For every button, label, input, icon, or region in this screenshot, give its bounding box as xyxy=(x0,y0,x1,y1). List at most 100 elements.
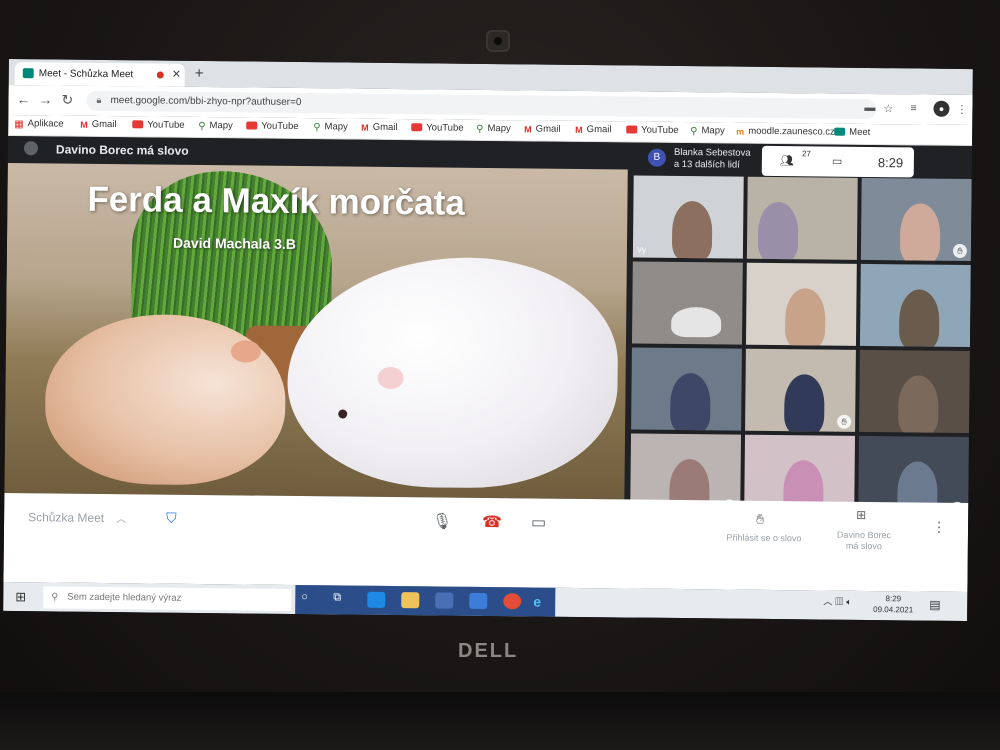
raise-hand-icon: ✋︎ xyxy=(952,243,968,259)
menu-icon[interactable]: ⋮ xyxy=(956,103,967,116)
present-button[interactable]: Davino Borec má slovo xyxy=(824,530,904,553)
forward-icon[interactable]: → xyxy=(38,91,52,107)
participant-count: 27 xyxy=(801,149,811,159)
bookmark-item[interactable]: M Gmail xyxy=(575,124,611,135)
bookmark-item[interactable]: ⚲ Mapy xyxy=(690,125,725,137)
people-icon[interactable]: 👥︎ xyxy=(780,154,794,167)
windows-start-icon[interactable]: ⊞ xyxy=(15,589,26,605)
participant-tile[interactable] xyxy=(859,349,970,434)
participant-tile[interactable]: ✋︎ xyxy=(860,177,972,262)
laptop-hinge xyxy=(0,692,1000,750)
youtube-icon xyxy=(246,121,258,130)
presenter-title: Davino Borec má slovo xyxy=(55,142,189,158)
laptop-logo: DELL xyxy=(458,640,519,662)
bookmark-item[interactable]: YouTube xyxy=(411,122,464,134)
bookmark-item[interactable]: M Gmail xyxy=(80,119,116,130)
chat-icon[interactable]: ▭ xyxy=(832,155,843,168)
bookmark-item[interactable]: m moodle.zaunesco.cz xyxy=(736,126,835,138)
participant-tile[interactable] xyxy=(631,261,743,345)
bookmark-item[interactable]: Meet xyxy=(834,127,870,138)
back-icon[interactable]: ← xyxy=(16,91,30,107)
bookmark-item[interactable]: ⚲ Mapy xyxy=(313,121,348,133)
url-text: meet.google.com/bbi-zhyo-npr?authuser=0 xyxy=(110,95,302,109)
notifications-icon[interactable]: ▤ xyxy=(929,598,940,612)
present-icon[interactable]: ⊞ xyxy=(856,508,866,522)
participant-tile[interactable] xyxy=(745,262,857,346)
participant-video xyxy=(671,200,712,259)
star-icon[interactable]: ☆ xyxy=(883,102,893,115)
participant-video xyxy=(784,287,826,346)
participant-video xyxy=(899,202,940,262)
store-icon[interactable] xyxy=(435,592,454,609)
shield-icon[interactable]: ⛉ xyxy=(166,510,177,527)
taskbar-clock[interactable]: 8:29 09.04.2021 xyxy=(873,593,913,615)
bookmark-item[interactable]: M Gmail xyxy=(524,123,560,134)
edge-icon[interactable] xyxy=(367,591,386,608)
new-tab-button[interactable]: + xyxy=(195,65,204,82)
avatar[interactable]: ● xyxy=(933,100,950,117)
recording-icon xyxy=(156,71,164,79)
bookmark-item[interactable]: ⚲ Mapy xyxy=(198,120,233,132)
chevron-up-icon[interactable]: ︿ xyxy=(116,510,126,525)
presented-slide: Ferda a Maxík morčata David Machala 3.B xyxy=(4,162,628,500)
participant-tile[interactable] xyxy=(746,176,858,260)
present-label-line1: Davino Borec xyxy=(836,529,892,541)
more-options-icon[interactable]: ⋮ xyxy=(932,519,946,536)
system-tray-icons[interactable]: ︿ ▥ 🔈︎ xyxy=(823,595,852,608)
maps-icon: ⚲ xyxy=(476,123,484,135)
guinea-pig-ear xyxy=(230,340,261,363)
meeting-name[interactable]: Schůzka Meet xyxy=(28,510,104,525)
hang-up-icon[interactable]: ☎︎ xyxy=(482,512,502,532)
cortana-icon[interactable]: ○ xyxy=(301,591,319,607)
media-icon[interactable]: ≡ xyxy=(910,102,917,114)
file-explorer-icon[interactable] xyxy=(401,592,420,609)
search-icon: ⚲ xyxy=(51,591,59,603)
participant-video xyxy=(898,288,940,348)
microphone-icon[interactable]: 🎙︎ xyxy=(432,511,453,531)
search-placeholder: Sem zadejte hledaný výraz xyxy=(67,591,182,604)
camera-icon[interactable]: ▭ xyxy=(531,512,546,532)
gmail-icon: M xyxy=(361,122,369,133)
reload-icon[interactable]: ↻ xyxy=(61,92,73,109)
guinea-pig-ear xyxy=(377,366,404,390)
browser-tab[interactable]: Meet - Schůzka Meet ✕ xyxy=(14,62,185,87)
raise-hand-label[interactable]: Přihlásit se o slovo xyxy=(719,532,809,544)
lock-icon: 🔒︎ xyxy=(96,94,102,105)
address-bar[interactable]: 🔒︎ meet.google.com/bbi-zhyo-npr?authuser… xyxy=(86,90,877,120)
participant-name: Blanka Sebestova xyxy=(673,146,751,159)
present-label-line2: má slovo xyxy=(845,540,882,552)
bookmark-item[interactable]: M Gmail xyxy=(361,122,397,133)
participant-tile[interactable]: ✋︎ xyxy=(745,348,856,432)
taskbar-search[interactable]: ⚲ Sem zadejte hledaný výraz xyxy=(43,586,292,611)
apps-icon: ▦ xyxy=(14,119,24,131)
bookmark-item[interactable]: ▦ Aplikace xyxy=(14,118,63,131)
guinea-pig-image xyxy=(286,255,619,490)
bookmark-item[interactable]: YouTube xyxy=(626,124,679,136)
youtube-icon xyxy=(132,120,144,129)
youtube-icon xyxy=(626,125,638,134)
participant-video xyxy=(670,307,721,338)
meet-icon xyxy=(22,68,34,79)
mail-icon[interactable] xyxy=(469,592,488,610)
bookmark-item[interactable]: YouTube xyxy=(246,120,299,132)
bookmark-item[interactable]: ⚲ Mapy xyxy=(476,123,511,135)
taskbar-apps: ○ ⧉ e xyxy=(295,584,556,617)
raise-hand-icon[interactable]: ✋︎ xyxy=(756,511,764,528)
bookmark-item[interactable]: YouTube xyxy=(132,119,185,131)
gmail-icon: M xyxy=(524,124,532,135)
gmail-icon: M xyxy=(575,124,583,135)
chrome-icon[interactable] xyxy=(503,593,522,610)
task-view-icon[interactable]: ⧉ xyxy=(333,591,351,607)
youtube-icon xyxy=(411,123,423,132)
meeting-controls: Schůzka Meet ︿ ⛉ 🎙︎ ☎︎ ▭ ✋︎ Přihlásit se… xyxy=(3,492,969,593)
close-icon[interactable]: ✕ xyxy=(172,68,181,81)
participant-video xyxy=(669,372,711,431)
participant-tile[interactable]: Vy xyxy=(632,175,744,259)
ie-icon[interactable]: e xyxy=(533,593,551,609)
participant-tile[interactable] xyxy=(631,347,742,431)
participants-info: Blanka Sebestova a 13 dalších lidí xyxy=(674,147,751,172)
participant-tile[interactable] xyxy=(859,263,971,348)
guinea-pig-image xyxy=(44,313,287,486)
camera-indicator-icon[interactable]: ▬ xyxy=(864,102,875,114)
clock-date: 09.04.2021 xyxy=(873,605,914,615)
